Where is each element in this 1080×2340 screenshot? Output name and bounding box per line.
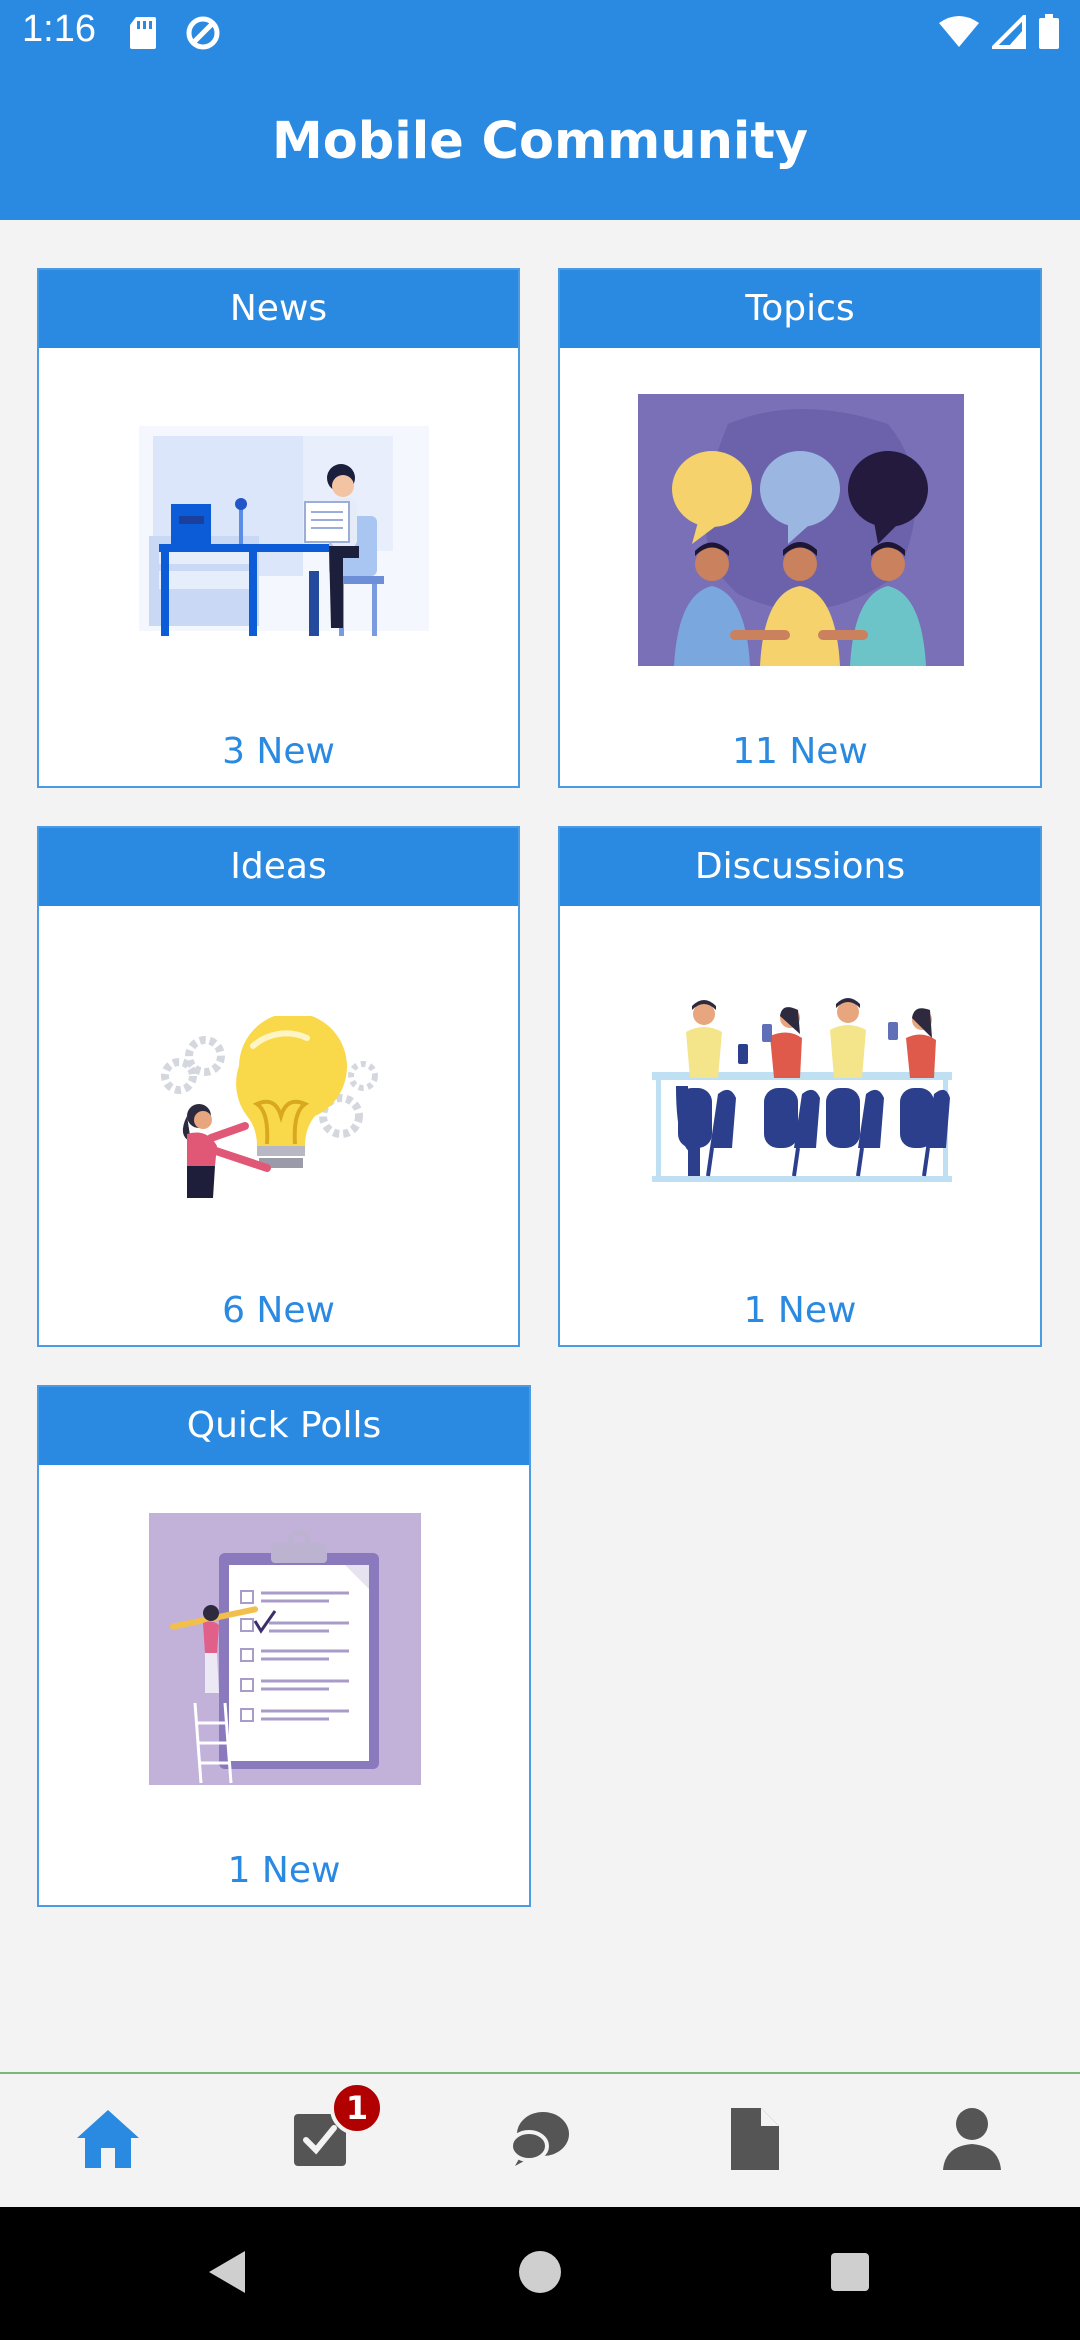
recents-icon[interactable] — [828, 2247, 872, 2297]
card-new-count: 11 New — [732, 731, 868, 772]
card-new-count: 6 New — [222, 1290, 335, 1331]
card-title: Quick Polls — [39, 1387, 529, 1465]
team-discussion-illustration — [652, 998, 952, 1182]
card-title: Discussions — [560, 828, 1040, 906]
card-topics[interactable]: Topics 11 New — [558, 268, 1042, 788]
news-reader-illustration — [139, 426, 429, 636]
signal-icon — [992, 15, 1026, 49]
battery-icon — [1039, 14, 1059, 49]
card-news[interactable]: News 3 New — [37, 268, 520, 788]
back-icon[interactable] — [205, 2247, 249, 2297]
clipboard-poll-illustration — [149, 1513, 421, 1785]
page-title: Mobile Community — [271, 112, 809, 171]
card-quick-polls[interactable]: Quick Polls 1 New — [37, 1385, 531, 1907]
bottom-navigation — [0, 2072, 1080, 2207]
status-bar: 1:16 — [0, 0, 1080, 66]
wifi-icon — [939, 16, 979, 47]
card-new-count: 3 New — [222, 731, 335, 772]
sync-icon — [186, 16, 220, 50]
card-new-count: 1 New — [227, 1850, 341, 1891]
app-bar: Mobile Community — [0, 66, 1080, 220]
profile-icon[interactable] — [937, 2104, 1007, 2174]
system-navigation-bar — [0, 2207, 1080, 2340]
card-new-count: 1 New — [743, 1290, 857, 1331]
chat-icon[interactable] — [505, 2104, 575, 2174]
status-time: 1:16 — [22, 8, 96, 50]
home-button-icon[interactable] — [518, 2247, 562, 2297]
card-discussions[interactable]: Discussions 1 New — [558, 826, 1042, 1347]
document-icon[interactable] — [719, 2104, 789, 2174]
notification-badge: 1 — [330, 2081, 384, 2135]
topics-illustration — [638, 394, 964, 666]
card-ideas[interactable]: Ideas 6 New — [37, 826, 520, 1347]
card-title: Topics — [560, 270, 1040, 348]
lightbulb-idea-illustration — [161, 1016, 378, 1198]
card-title: Ideas — [39, 828, 518, 906]
home-icon[interactable] — [73, 2104, 143, 2174]
card-title: News — [39, 270, 518, 348]
sd-card-icon — [130, 17, 156, 49]
